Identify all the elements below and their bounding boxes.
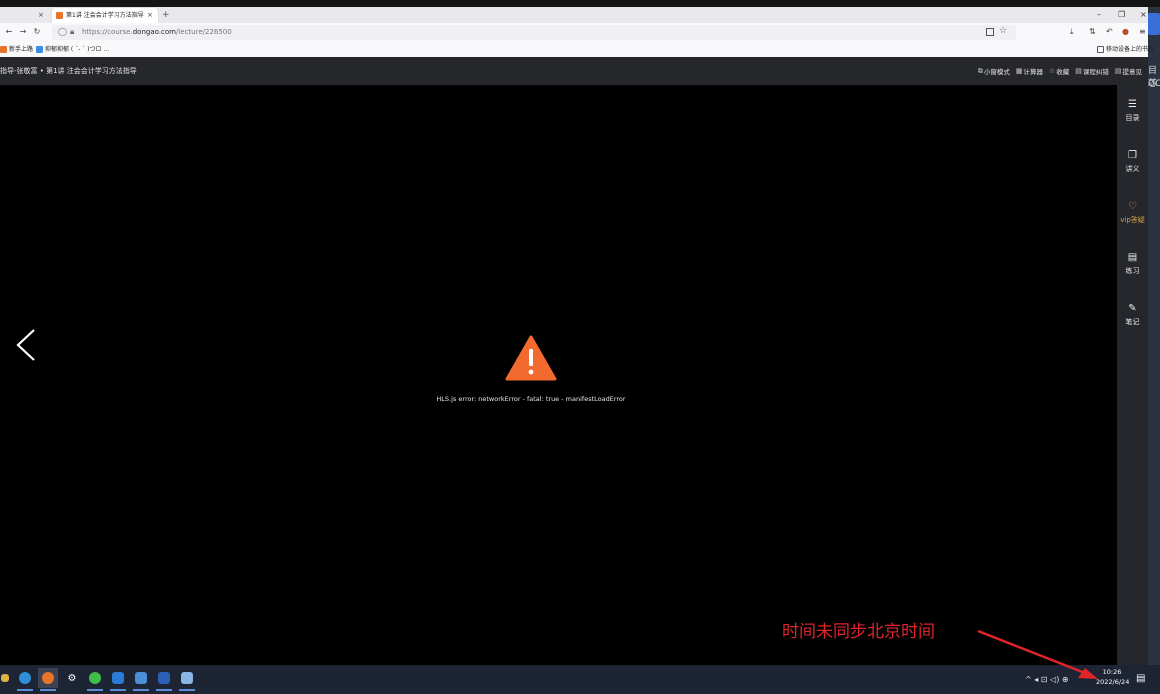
bookmark-star-icon[interactable]: ☆ <box>999 26 1007 36</box>
notification-icon[interactable]: ▤ <box>1136 673 1145 684</box>
gear-icon[interactable]: ⚙ <box>62 668 82 688</box>
reload-icon[interactable]: ↻ <box>32 27 42 37</box>
feedback-button[interactable]: ▤ 提意见 <box>1115 66 1142 76</box>
tab-bar: × 第1讲 注会会计学习方法指导 × + – ❐ × <box>0 7 1148 23</box>
minimize-button[interactable]: – <box>1097 8 1101 22</box>
clock[interactable]: 10:26 2022/6/24 <box>1096 667 1130 687</box>
sidebar-item-notes[interactable]: ✎ 笔记 <box>1117 303 1148 327</box>
window-close-button[interactable]: × <box>1140 8 1147 22</box>
download-icon[interactable]: ⤓ <box>1070 27 1074 37</box>
url-text[interactable]: https://course.dongao.com/lecture/226500 <box>82 25 232 40</box>
pen-icon: ✎ <box>1128 303 1137 314</box>
sidebar-item-practice[interactable]: ▤ 练习 <box>1117 252 1148 276</box>
sidebar-item-label: 练习 <box>1125 267 1140 275</box>
word-icon[interactable] <box>154 668 174 691</box>
vscode-icon[interactable] <box>108 668 128 691</box>
mobile-bookmarks[interactable]: 移动设备上的书签 <box>1097 43 1154 57</box>
address-bar[interactable]: ◯ 🔒︎ https://course.dongao.com/lecture/2… <box>52 25 1016 40</box>
calculator-icon: ▦ <box>1015 67 1023 75</box>
close-icon[interactable]: × <box>38 8 44 23</box>
undo-icon[interactable]: ↶ <box>1106 27 1113 36</box>
document-icon: ❐ <box>1128 150 1137 161</box>
date-text: 2022/6/24 <box>1096 678 1130 686</box>
sidebar-item-label: vip答疑 <box>1120 216 1145 224</box>
course-header: 指导-张敬富 • 第1讲 注会会计学习方法指导 ⧉ 小窗模式 ▦ 计算器 ☆ 收藏 ▤… <box>0 57 1148 85</box>
folder-icon <box>1097 46 1104 53</box>
windows-taskbar: ⚙ ^ ◂ ⊡ ◁) ⊕ 10:26 2022/6/24 ▤ <box>0 665 1160 694</box>
new-tab-button[interactable]: + <box>162 8 170 22</box>
sidebar-item-label: 目录 <box>1125 114 1140 122</box>
report-error-button[interactable]: ▤ 课程纠错 <box>1075 66 1109 76</box>
report-icon: ▤ <box>1075 67 1082 75</box>
list-icon: ☰ <box>1128 99 1137 110</box>
sidebar-item-handout[interactable]: ❐ 讲义 <box>1117 150 1148 174</box>
favorite-button[interactable]: ☆ 收藏 <box>1049 66 1069 76</box>
feedback-icon: ▤ <box>1114 67 1122 75</box>
annotation-text: 时间未同步北京时间 <box>782 622 935 642</box>
sidebar-item-label: 讲义 <box>1125 165 1140 173</box>
edge-icon[interactable] <box>15 668 35 691</box>
bookmark-favicon-icon <box>0 46 7 53</box>
tray-icons[interactable]: ^ ◂ ⊡ ◁) ⊕ <box>1025 665 1069 694</box>
video-player[interactable]: HLS.js error: networkError - fatal: true… <box>0 85 1117 665</box>
desktop-sliver: 目芯 OC <box>1148 7 1160 665</box>
course-toolbar: ⧉ 小窗模式 ▦ 计算器 ☆ 收藏 ▤ 课程纠错 ▤ 提意见 <box>978 57 1142 85</box>
time-text: 10:26 <box>1102 668 1122 676</box>
screen-top-strip <box>0 0 1160 7</box>
shield-icon[interactable]: ◯ <box>58 27 67 36</box>
site-favicon-icon <box>56 12 63 19</box>
tab-title: 第1讲 注会会计学习方法指导 <box>66 12 144 19</box>
tab-active[interactable]: 第1讲 注会会计学习方法指导 × <box>52 8 158 23</box>
calculator-button[interactable]: ▦ 计算器 <box>1016 66 1043 76</box>
lock-icon[interactable]: 🔒︎ <box>70 27 74 37</box>
extension-icon[interactable]: ● <box>1122 27 1129 36</box>
desktop-window-fragment <box>1148 13 1160 35</box>
bookmark-favicon-icon <box>36 46 43 53</box>
bookmark-item[interactable]: 新手上路 <box>0 43 33 57</box>
search-icon[interactable] <box>0 668 10 688</box>
star-icon: ☆ <box>1048 67 1056 75</box>
bookmarks-bar: 新手上路 抑郁抑郁 ( ´- ` )つロ ... 移动设备上的书签 <box>0 43 1154 58</box>
error-message: HLS.js error: networkError - fatal: true… <box>436 395 626 403</box>
sidebar-item-catalog[interactable]: ☰ 目录 <box>1117 99 1148 123</box>
diamond-icon: ♡ <box>1128 201 1137 212</box>
back-icon[interactable]: ← <box>4 27 14 37</box>
chevron-left-icon[interactable] <box>14 328 38 362</box>
browser-chrome: × 第1讲 注会会计学习方法指导 × + – ❐ × ← → ↻ ◯ 🔒︎ ht… <box>0 7 1154 58</box>
bookmark-item[interactable]: 抑郁抑郁 ( ´- ` )つロ ... <box>36 43 109 57</box>
navigation-bar: ← → ↻ ◯ 🔒︎ https://course.dongao.com/lec… <box>0 23 1148 43</box>
exercise-icon: ▤ <box>1127 252 1138 263</box>
warning-icon <box>505 335 557 381</box>
qr-code-icon[interactable] <box>986 28 994 36</box>
tab-previous[interactable]: × <box>0 8 52 23</box>
wechat-icon[interactable] <box>85 668 105 691</box>
app-window-icon[interactable] <box>131 668 151 691</box>
maximize-button[interactable]: ❐ <box>1118 8 1125 22</box>
mini-window-button[interactable]: ⧉ 小窗模式 <box>977 66 1010 77</box>
forward-icon[interactable]: → <box>18 27 28 37</box>
sidebar-item-vip-qa[interactable]: ♡ vip答疑 <box>1117 201 1148 225</box>
desktop-text-2: OC <box>1148 79 1160 89</box>
notepad-icon[interactable] <box>177 668 197 691</box>
course-title: 指导-张敬富 • 第1讲 注会会计学习方法指导 <box>0 67 137 75</box>
firefox-icon[interactable] <box>38 668 58 691</box>
menu-icon[interactable]: ≡ <box>1139 27 1146 36</box>
mini-window-icon: ⧉ <box>977 66 983 75</box>
sync-icon[interactable]: ⇅ <box>1089 27 1096 36</box>
sidebar-item-label: 笔记 <box>1125 318 1140 326</box>
close-icon[interactable]: × <box>147 8 153 23</box>
player-sidebar: ☰ 目录 ❐ 讲义 ♡ vip答疑 ▤ 练习 ✎ 笔记 <box>1117 85 1148 665</box>
